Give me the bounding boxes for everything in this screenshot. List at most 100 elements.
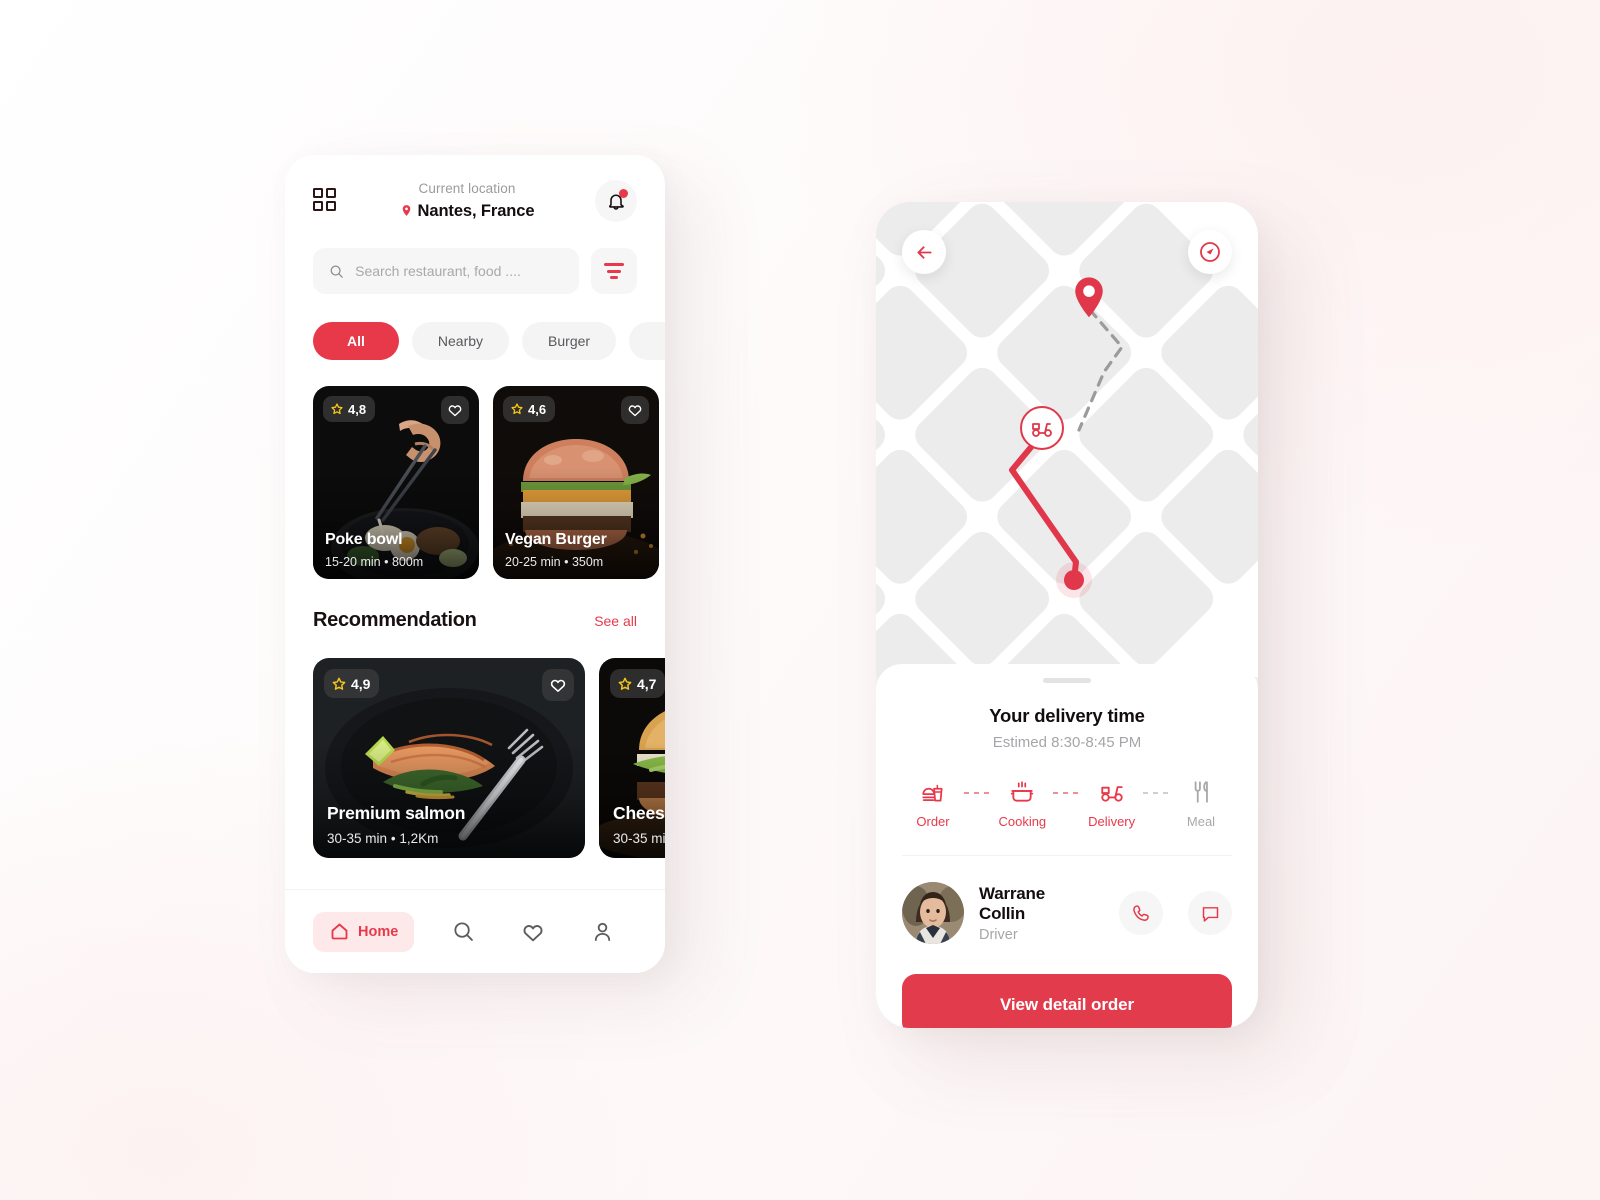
tab-favorites[interactable] <box>498 920 568 944</box>
chat-driver-button[interactable] <box>1188 891 1232 935</box>
heart-icon <box>550 679 566 693</box>
step-cooking[interactable]: Cooking <box>991 779 1053 829</box>
bottom-tab-bar: Home <box>285 889 665 973</box>
heart-icon <box>448 405 462 417</box>
notification-badge <box>619 189 628 198</box>
step-connector <box>1053 792 1081 794</box>
tab-profile[interactable] <box>567 920 637 943</box>
favorite-button[interactable] <box>441 396 469 424</box>
step-connector <box>964 792 992 794</box>
food-meta: 20-25 min • 350m <box>505 555 603 569</box>
food-distance: 800m <box>391 555 424 569</box>
food-meta: 30-35 min • 1,2Km <box>327 831 438 846</box>
search-icon <box>330 265 343 278</box>
driver-row: Warrane Collin Driver <box>902 855 1232 944</box>
cutlery-icon <box>1194 781 1208 803</box>
delivery-time-title: Your delivery time <box>989 705 1145 726</box>
category-chip-next[interactable] <box>629 322 665 360</box>
location-name-row: Nantes, France <box>353 201 581 222</box>
call-driver-button[interactable] <box>1119 891 1163 935</box>
home-screen-phone: Current location Nantes, France Search r… <box>285 155 665 973</box>
star-icon <box>331 403 343 415</box>
recommendation-card-list: 4,9 Premium salmon 30-35 min • 1,2Km 4,7… <box>285 632 665 858</box>
category-chip-burger[interactable]: Burger <box>522 322 617 360</box>
map-compass-button[interactable] <box>1188 230 1232 274</box>
rating-value: 4,8 <box>348 401 367 417</box>
scooter-icon <box>1032 423 1052 437</box>
search-input[interactable] <box>355 263 563 279</box>
map-back-button[interactable] <box>902 230 946 274</box>
avatar <box>902 882 964 944</box>
step-label: Cooking <box>998 814 1047 829</box>
food-card[interactable]: 4,9 Premium salmon 30-35 min • 1,2Km <box>313 658 585 858</box>
filter-button[interactable] <box>591 248 637 294</box>
delivery-time-estimate: Estimed 8:30-8:45 PM <box>992 734 1142 751</box>
grid-menu-icon[interactable] <box>313 188 339 214</box>
category-chip-nearby[interactable]: Nearby <box>411 322 510 360</box>
driver-role: Driver <box>979 926 1018 943</box>
food-card[interactable]: 4,7 Cheese 30-35 min <box>599 658 665 858</box>
search-icon <box>454 922 473 941</box>
tab-home[interactable]: Home <box>313 911 415 952</box>
current-location[interactable]: Current location Nantes, France <box>353 181 581 222</box>
step-label: Meal <box>1186 814 1216 829</box>
food-distance: 1,2Km <box>399 831 439 846</box>
delivery-progress-steps: Order Cooking Delivery Meal <box>876 751 1258 829</box>
delivery-map[interactable] <box>876 202 1258 677</box>
food-title: Vegan Burger <box>505 531 607 548</box>
meta-separator: • <box>390 831 396 846</box>
food-time: 30-35 min <box>613 831 665 846</box>
step-label: Order <box>916 814 950 829</box>
search-row <box>285 222 665 294</box>
map-canvas <box>876 202 1258 677</box>
step-delivery[interactable]: Delivery <box>1081 779 1143 829</box>
drag-handle[interactable] <box>1043 678 1091 683</box>
destination-dot-icon <box>1064 570 1084 590</box>
home-icon <box>331 923 348 940</box>
food-card[interactable]: 4,6 Vegan Burger 20-25 min • 350m <box>493 386 659 579</box>
food-time: 15-20 min <box>325 555 381 569</box>
filter-bar <box>604 263 624 266</box>
tab-search[interactable] <box>428 920 498 943</box>
home-header: Current location Nantes, France <box>285 155 665 222</box>
heart-icon <box>523 924 543 941</box>
food-title: Cheese <box>613 803 665 823</box>
rating-badge: 4,9 <box>324 669 380 698</box>
see-all-link[interactable]: See all <box>594 613 637 629</box>
food-meta: 30-35 min <box>613 831 665 846</box>
location-name-label: Nantes, France <box>417 201 535 220</box>
destination-marker[interactable] <box>1056 562 1092 598</box>
filter-bar <box>607 269 621 273</box>
favorite-button[interactable] <box>542 669 574 701</box>
category-chip-list[interactable]: All Nearby Burger <box>285 294 665 360</box>
cooking-pot-icon <box>1011 781 1034 802</box>
step-meal[interactable]: Meal <box>1170 779 1232 829</box>
rating-value: 4,7 <box>637 675 657 692</box>
rating-badge: 4,8 <box>323 396 376 422</box>
category-chip-all[interactable]: All <box>313 322 399 360</box>
view-detail-order-button[interactable]: View detail order <box>902 974 1232 1028</box>
food-time: 30-35 min <box>327 831 388 846</box>
food-card[interactable]: 4,8 Poke bowl 15-20 min • 800m <box>313 386 479 579</box>
phone-icon <box>1132 904 1149 921</box>
driver-name: Warrane Collin <box>979 883 1045 923</box>
search-box[interactable] <box>313 248 579 294</box>
burger-drink-icon <box>922 784 943 802</box>
notification-button[interactable] <box>595 180 637 222</box>
origin-map-pin-icon[interactable] <box>1072 276 1106 320</box>
favorite-button[interactable] <box>621 396 649 424</box>
food-time: 20-25 min <box>505 555 561 569</box>
food-title: Premium salmon <box>327 803 466 823</box>
step-connector <box>1142 792 1170 794</box>
heart-icon <box>628 405 642 417</box>
driver-photo[interactable] <box>902 882 964 944</box>
top-card-list: 4,8 Poke bowl 15-20 min • 800m 4,6 Vegan… <box>285 360 665 579</box>
arrow-left-icon <box>916 245 932 259</box>
food-title: Poke bowl <box>325 531 403 548</box>
step-order[interactable]: Order <box>902 779 964 829</box>
tracking-screen-phone: Your delivery time Estimed 8:30-8:45 PM … <box>876 202 1258 1028</box>
food-meta: 15-20 min • 800m <box>325 555 423 569</box>
rating-value: 4,6 <box>528 401 547 417</box>
map-pin-icon <box>402 205 410 217</box>
courier-marker[interactable] <box>1020 406 1064 450</box>
